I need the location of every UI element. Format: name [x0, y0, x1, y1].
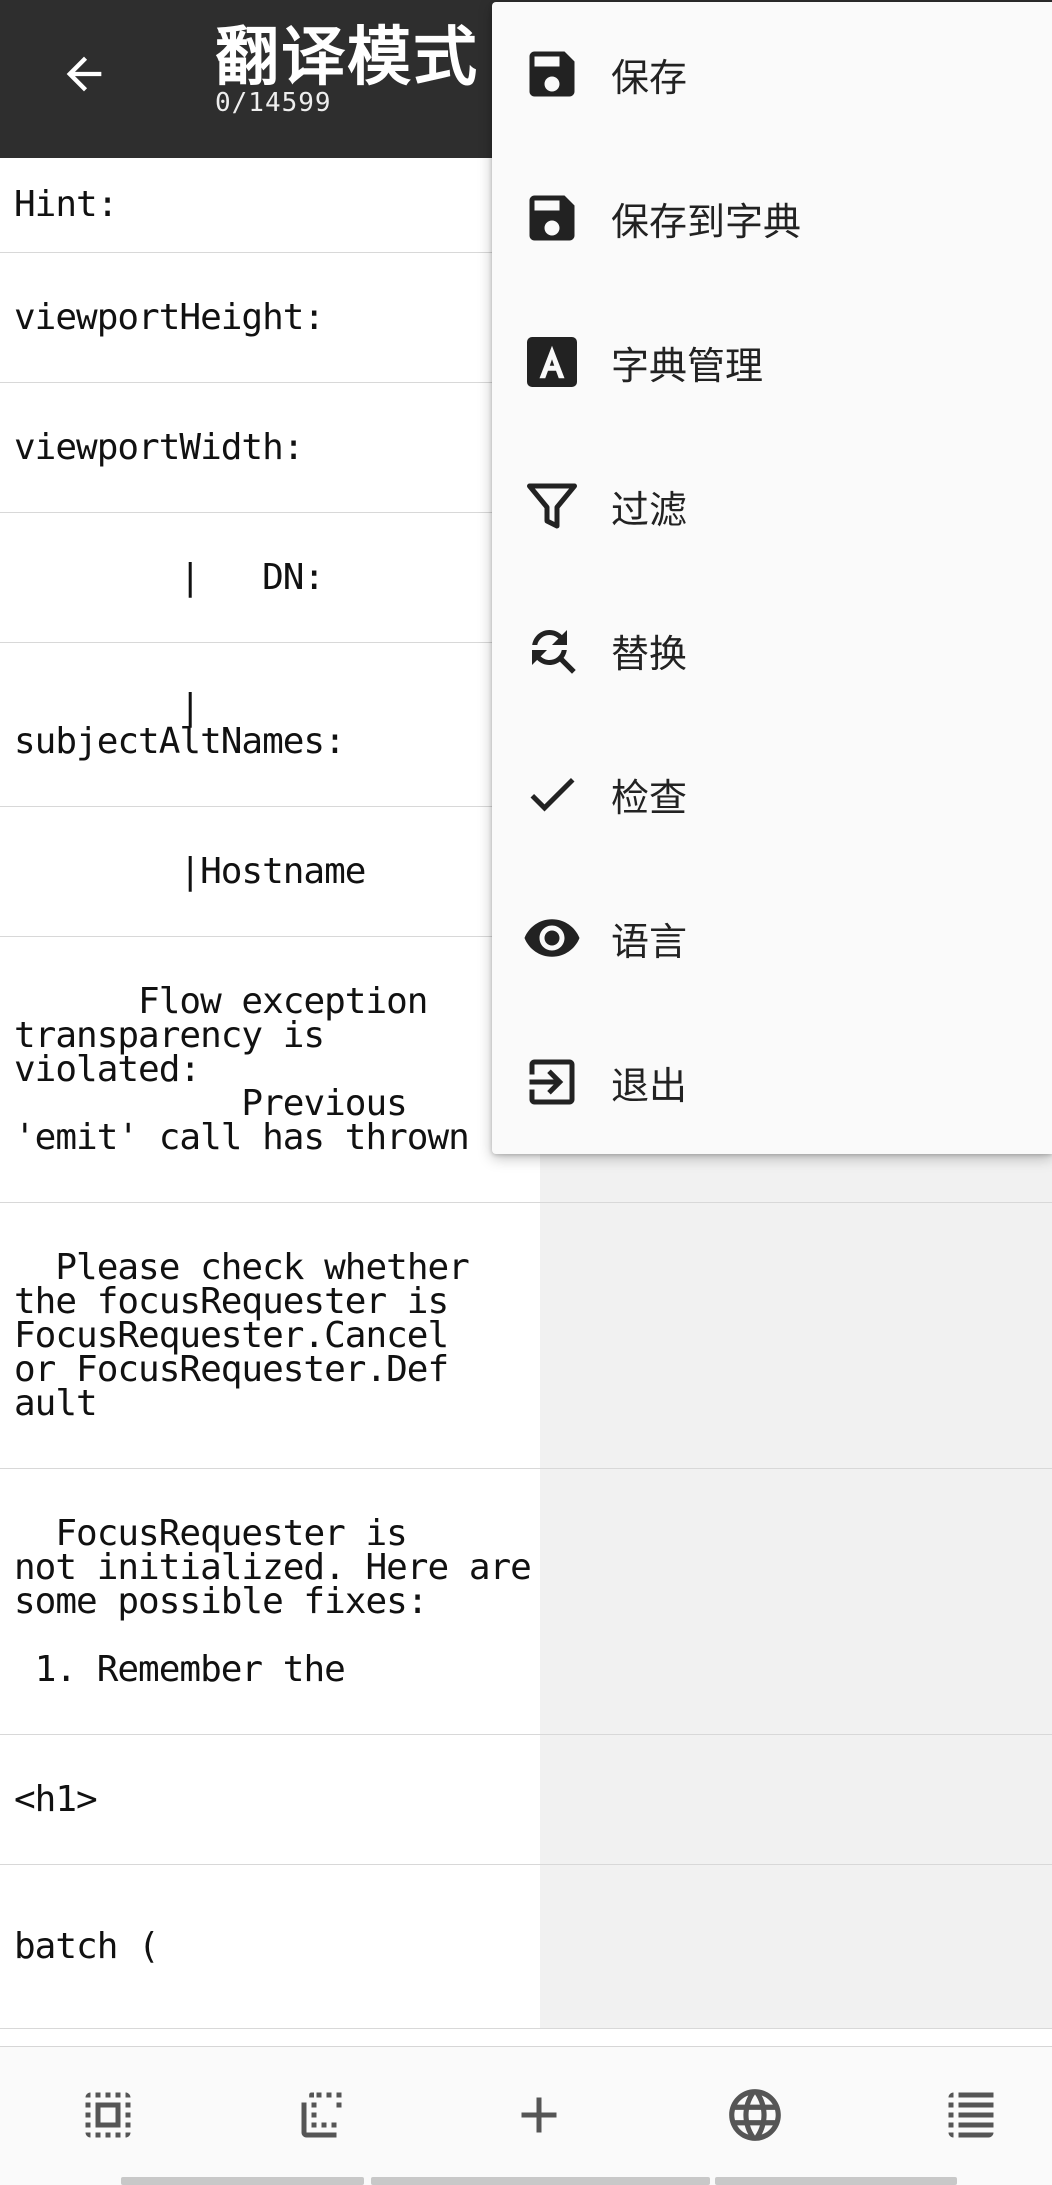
menu-item-label: 语言	[611, 919, 688, 964]
list-item[interactable]: <h1>	[0, 1735, 1052, 1865]
scroll-handle	[371, 2177, 710, 2185]
save-icon	[522, 44, 582, 104]
check-icon	[522, 764, 582, 824]
menu-item-label: 字典管理	[611, 343, 764, 388]
progress-counter: 0/14599	[215, 88, 332, 118]
globe-icon	[729, 2089, 781, 2141]
menu-item-label: 替换	[611, 631, 688, 676]
menu-item-label: 保存到字典	[611, 199, 802, 244]
page-title: 翻译模式	[215, 21, 479, 95]
menu-item-save[interactable]: 保存	[492, 2, 1052, 146]
back-button[interactable]	[52, 42, 116, 106]
source-text: Please check whether the focusRequester …	[14, 1246, 470, 1424]
source-text: batch (	[14, 1925, 160, 1967]
source-text: <h1>	[14, 1778, 98, 1820]
source-text: | subjectAltNames:	[14, 686, 346, 762]
filter-icon	[522, 476, 582, 536]
arrow-left-icon	[66, 56, 102, 92]
menu-item-save-to-dictionary[interactable]: 保存到字典	[492, 146, 1052, 290]
menu-item-label: 检查	[611, 775, 688, 820]
menu-item-filter[interactable]: 过滤	[492, 434, 1052, 578]
source-text: Hint:	[14, 184, 118, 225]
list-item[interactable]: Please check whether the focusRequester …	[0, 1203, 1052, 1469]
menu-item-dictionary[interactable]: 字典管理	[492, 290, 1052, 434]
source-text: | DN:	[14, 556, 325, 598]
exit-icon	[522, 1052, 582, 1112]
list-button[interactable]	[921, 2065, 1021, 2165]
menu-item-label: 过滤	[611, 487, 688, 532]
menu-item-language[interactable]: 语言	[492, 866, 1052, 1010]
menu-item-label: 保存	[611, 55, 688, 100]
source-text: FocusRequester is not initialized. Here …	[14, 1512, 532, 1690]
menu-item-label: 退出	[611, 1063, 688, 1108]
scroll-handle	[715, 2177, 957, 2185]
source-text: Flow exception transparency is violated:…	[14, 980, 470, 1158]
translation-field[interactable]	[540, 1469, 1052, 1734]
translate-button[interactable]	[705, 2065, 805, 2165]
overflow-menu: 保存 保存到字典 字典管理 过滤 替换 检查 语言 退出	[492, 2, 1052, 1154]
translation-field[interactable]	[540, 1735, 1052, 1864]
find-replace-icon	[522, 620, 582, 680]
menu-item-replace[interactable]: 替换	[492, 578, 1052, 722]
scroll-handle	[121, 2177, 364, 2185]
translation-field[interactable]	[540, 1203, 1052, 1468]
list-item[interactable]: FocusRequester is not initialized. Here …	[0, 1469, 1052, 1735]
source-text: |Hostname	[14, 850, 366, 892]
source-text: viewportWidth:	[14, 426, 304, 468]
deselect-icon	[301, 2092, 342, 2138]
eye-icon	[522, 908, 582, 968]
add-button[interactable]	[489, 2065, 589, 2165]
select-all-button[interactable]	[58, 2065, 158, 2165]
translation-screen: 翻译模式 0/14599 Hint: viewportHeight: viewp…	[0, 0, 1052, 2185]
bottom-action-bar	[0, 2046, 1052, 2185]
add-icon	[521, 2097, 557, 2133]
source-text: viewportHeight:	[14, 296, 325, 338]
menu-item-exit[interactable]: 退出	[492, 1010, 1052, 1154]
deselect-button[interactable]	[274, 2065, 374, 2165]
save-to-dictionary-icon	[522, 188, 582, 248]
menu-item-check[interactable]: 检查	[492, 722, 1052, 866]
list-item[interactable]: batch (	[0, 1865, 1052, 2029]
dictionary-icon	[522, 332, 582, 392]
list-icon	[948, 2092, 994, 2138]
select-all-icon	[85, 2092, 131, 2138]
translation-field[interactable]	[540, 1865, 1052, 2028]
